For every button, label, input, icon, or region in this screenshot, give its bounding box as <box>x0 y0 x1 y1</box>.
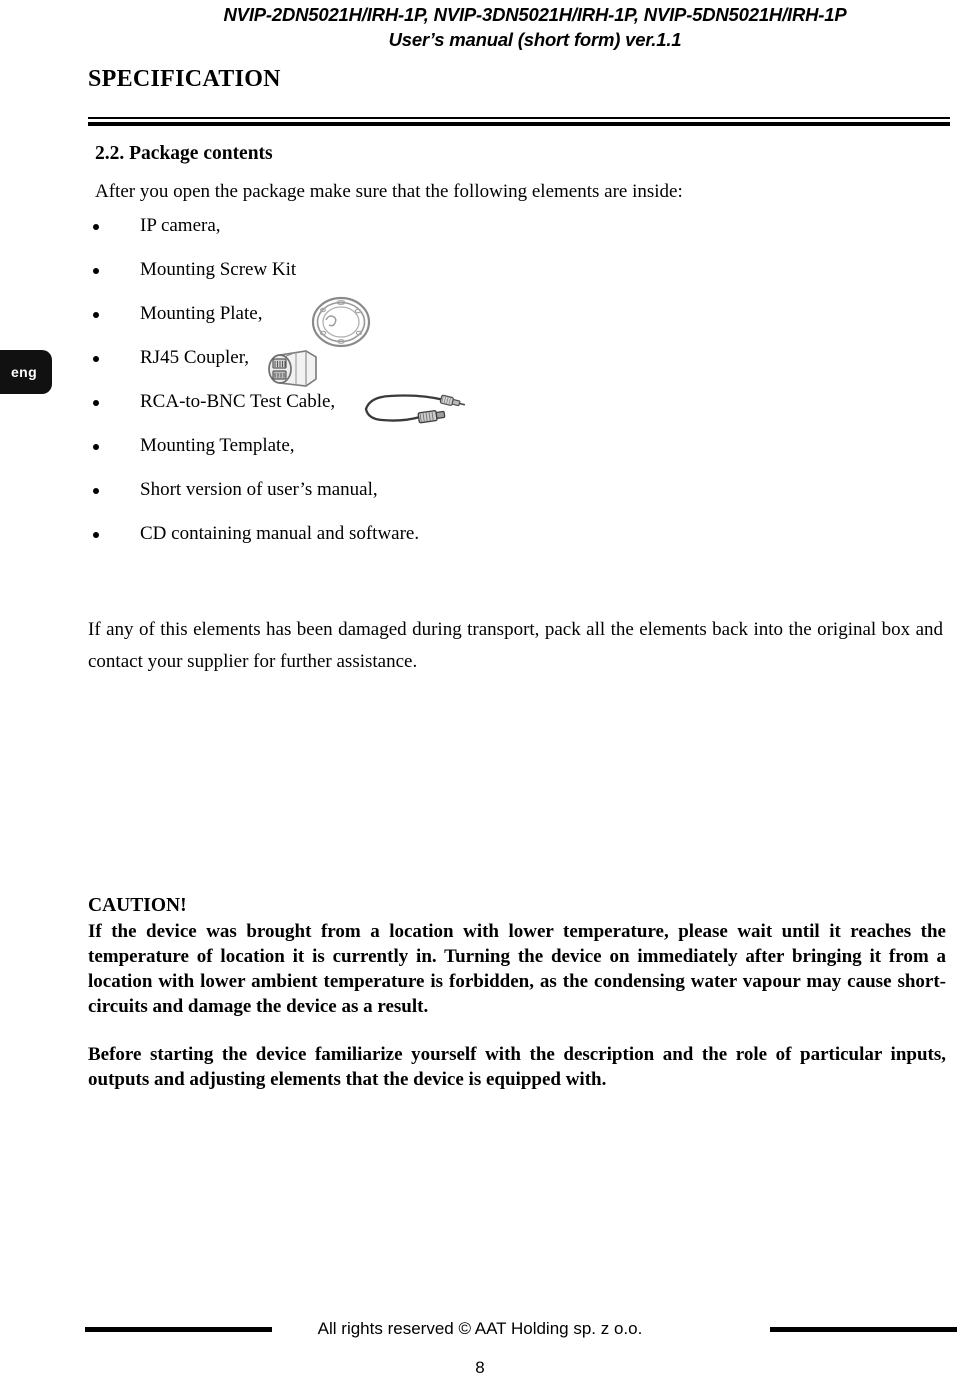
section-divider <box>88 117 950 126</box>
divider-thin-line <box>88 117 950 119</box>
header-manual-line: User’s manual (short form) ver.1.1 <box>388 29 682 50</box>
bullet-point-icon <box>93 224 99 230</box>
footer-copyright: All rights reserved © AAT Holding sp. z … <box>317 1319 643 1338</box>
page-number: 8 <box>475 1358 485 1377</box>
list-item-label: RJ45 Coupler, <box>140 347 250 368</box>
bullet-point-icon <box>93 444 99 450</box>
list-item-label: IP camera, <box>140 215 221 236</box>
bullet-point-icon <box>93 488 99 494</box>
list-item-label: Short version of user’s manual, <box>140 479 378 500</box>
bullet-point-icon <box>93 356 99 362</box>
list-item: RJ45 Coupler, <box>88 347 688 391</box>
list-item: Mounting Template, <box>88 435 688 479</box>
header-models-line: NVIP-2DN5021H/IRH-1P, NVIP-3DN5021H/IRH-… <box>223 4 847 25</box>
language-tab-eng[interactable]: eng <box>0 350 52 394</box>
rca-to-bnc-cable-illustration <box>356 391 474 434</box>
caution-title: CAUTION! <box>88 895 187 916</box>
rj45-coupler-illustration <box>266 345 320 398</box>
list-item-label: Mounting Template, <box>140 435 295 456</box>
bullet-point-icon <box>93 268 99 274</box>
bullet-point-icon <box>93 312 99 318</box>
document-header: NVIP-2DN5021H/IRH-1P, NVIP-3DN5021H/IRH-… <box>150 2 920 52</box>
list-item: Mounting Screw Kit <box>88 259 688 303</box>
list-item: Mounting Plate, <box>88 303 688 347</box>
list-item-label: Mounting Screw Kit <box>140 259 297 280</box>
bullet-point-icon <box>93 532 99 538</box>
list-item-label: CD containing manual and software. <box>140 523 420 544</box>
divider-thick-line <box>88 122 950 126</box>
list-item-label: Mounting Plate, <box>140 303 263 324</box>
damaged-elements-paragraph: If any of this elements has been damaged… <box>88 619 943 672</box>
page-title: SPECIFICATION <box>88 66 281 92</box>
subsection-heading: 2.2. Package contents <box>95 143 273 164</box>
subsection-intro-text: After you open the package make sure tha… <box>95 181 683 202</box>
list-item: CD containing manual and software. <box>88 523 688 567</box>
caution-paragraph: If the device was brought from a locatio… <box>88 921 946 1017</box>
list-item: IP camera, <box>88 215 688 259</box>
bullet-point-icon <box>93 400 99 406</box>
list-item: Short version of user’s manual, <box>88 479 688 523</box>
before-starting-paragraph: Before starting the device familiarize y… <box>88 1044 946 1090</box>
language-tab-label: eng <box>10 364 38 380</box>
document-page: NVIP-2DN5021H/IRH-1P, NVIP-3DN5021H/IRH-… <box>0 0 960 1391</box>
